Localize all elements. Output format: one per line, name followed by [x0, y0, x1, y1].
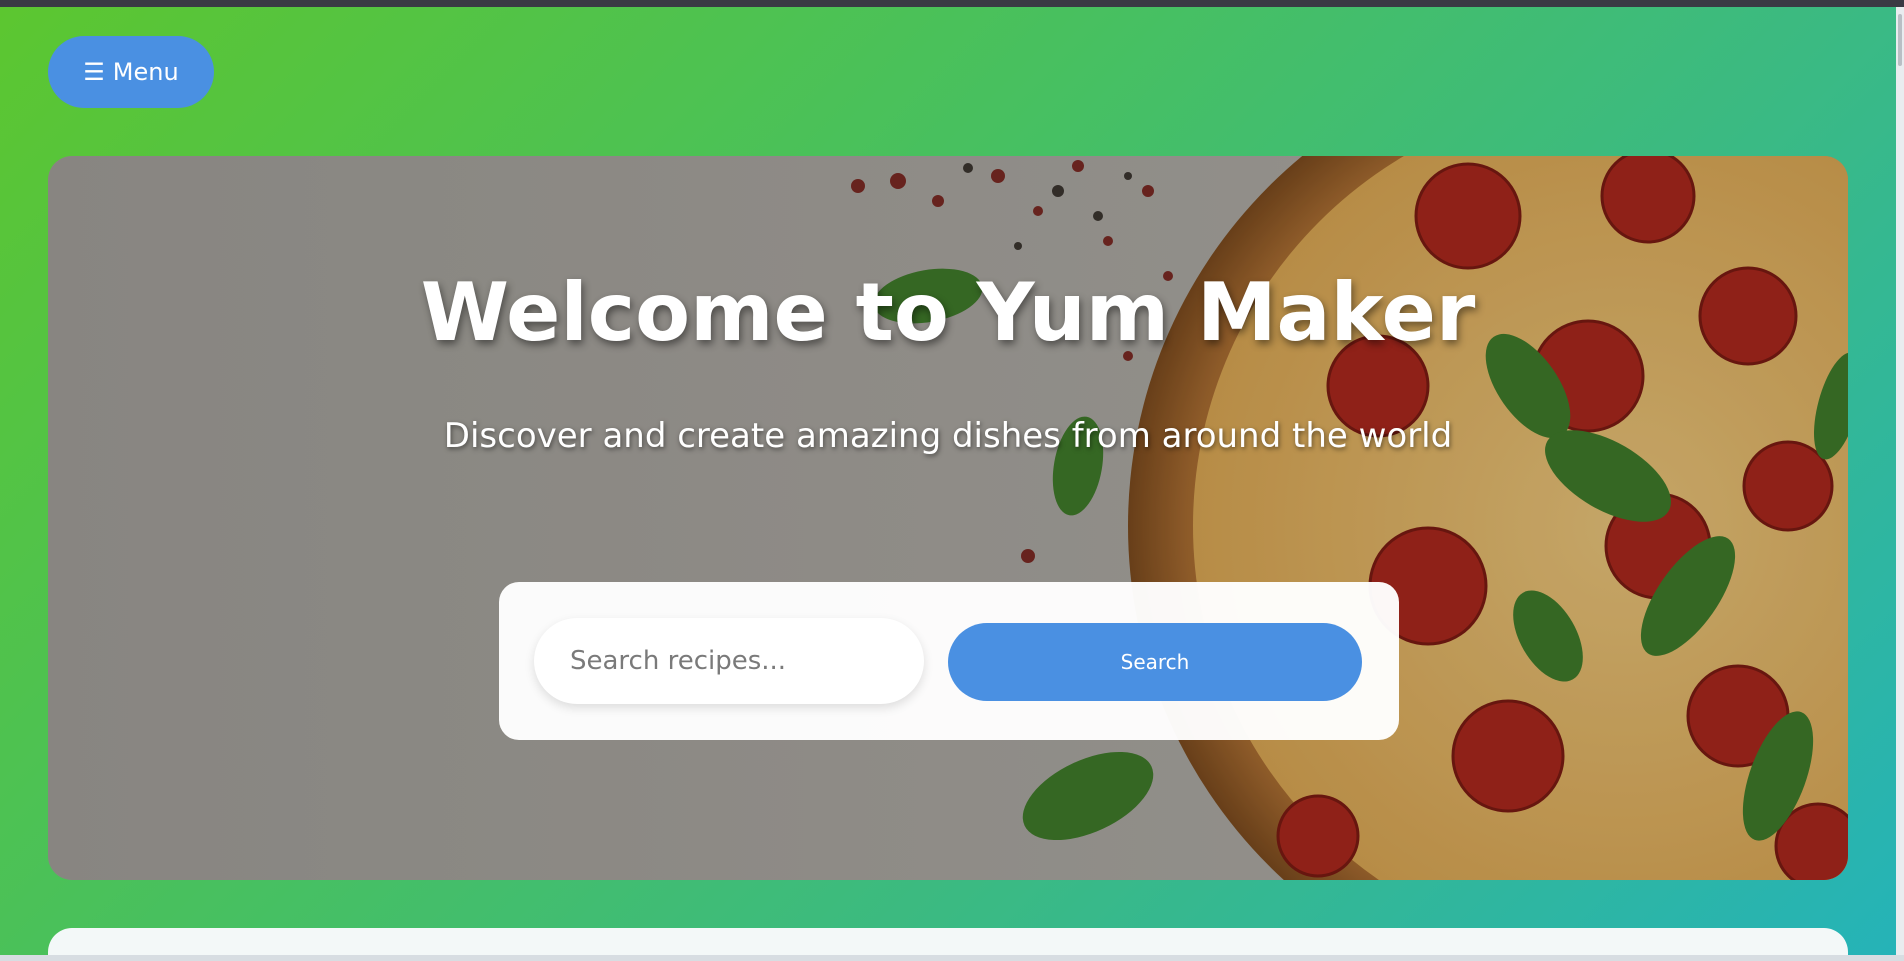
hero-overlay: [48, 156, 1848, 880]
browser-bottom-edge: [0, 955, 1904, 961]
content-card-top: [48, 928, 1848, 955]
search-input-wrapper: [534, 618, 924, 704]
hero-title: Welcome to Yum Maker: [420, 266, 1476, 359]
browser-top-edge: [0, 0, 1904, 7]
menu-button-label: Menu: [112, 58, 179, 86]
search-button[interactable]: Search: [948, 623, 1362, 701]
hero-banner: Welcome to Yum Maker Discover and create…: [48, 156, 1848, 880]
search-input[interactable]: [534, 618, 924, 704]
scrollbar-track[interactable]: [1896, 7, 1904, 955]
scrollbar-thumb[interactable]: [1898, 14, 1902, 66]
hamburger-icon: ☰: [83, 58, 105, 86]
page-background: ☰ Menu Welcome to Yum Maker Discover and…: [0, 7, 1896, 955]
search-card: Search: [499, 582, 1399, 740]
menu-button[interactable]: ☰ Menu: [48, 36, 214, 108]
hero-subtitle: Discover and create amazing dishes from …: [443, 416, 1453, 456]
